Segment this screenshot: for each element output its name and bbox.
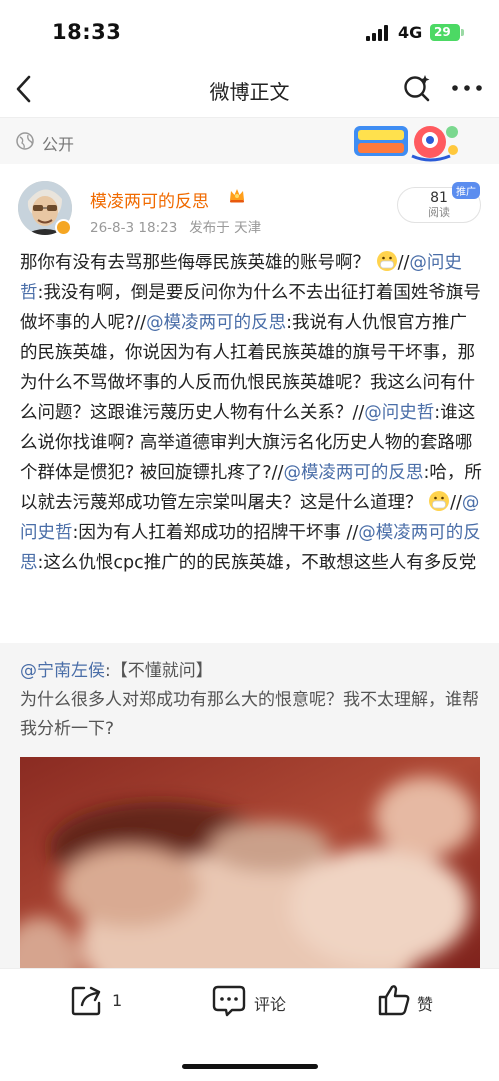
like-label: 赞 [417,995,434,1014]
post-location: 发布于 天津 [189,220,262,236]
repost-tag: :【不懂就问】 [105,661,213,681]
share-button[interactable]: 1 [70,983,130,1019]
search-sparkle-icon[interactable] [402,73,432,103]
mention-link[interactable]: @模凌两可的反思 [283,463,423,483]
comment-label: 评论 [254,995,287,1014]
repost-card[interactable]: @宁南左侯:【不懂就问】为什么很多人对郑成功有那么大的恨意呢？我不太理解，谁帮我… [0,643,499,968]
nav-bar: 微博正文 [0,62,499,116]
battery-tip [461,29,464,36]
promote-badge[interactable]: 推广 [452,182,480,199]
mention-link[interactable]: @问史哲 [364,403,434,423]
mask-emoji-icon [376,250,398,272]
battery-level: 29 [434,25,451,39]
author-name[interactable]: 模凌两可的反思 [90,187,209,212]
post-body: 那你有没有去骂那些侮辱民族英雄的账号啊？ //@问史哲:我没有啊，倒是要反问你为… [20,248,482,578]
share-count: 1 [112,991,123,1010]
read-label: 阅读 [428,206,450,219]
post-text: :这么仇恨cpc推广的的民族英雄，不敢想这些人有多反党 [37,553,477,573]
repost-question: 为什么很多人对郑成功有那么大的恨意呢？我不太理解，谁帮我分析一下? [20,690,479,739]
visibility-label: 公开 [42,135,75,154]
mask-emoji-icon [428,490,450,512]
repost-image[interactable] [20,757,480,968]
verified-badge-icon [55,219,72,236]
comment-button[interactable]: 评论 [212,983,292,1019]
network-type: 4G [398,23,423,42]
mention-link[interactable]: @模凌两可的反思 [146,313,286,333]
repost-text: @宁南左侯:【不懂就问】为什么很多人对郑成功有那么大的恨意呢？我不太理解，谁帮我… [20,657,482,744]
post-text: // [450,493,462,513]
signal-icon [366,25,392,41]
status-bar: 18:33 4G 29 [0,0,499,62]
post-text: :因为有人扛着郑成功的招牌干坏事 // [72,523,359,543]
thumbs-up-icon [378,985,410,1016]
post-text: // [397,253,410,273]
festival-banner-icon[interactable] [352,120,464,164]
like-button[interactable]: 赞 [377,983,447,1019]
post-date: 26-8-3 18:23 [90,220,178,236]
share-icon [71,986,101,1016]
crown-icon [228,186,246,204]
repost-mention[interactable]: @宁南左侯 [20,661,105,681]
visibility-row: 公开 [0,117,499,164]
post-meta: 26-8-3 18:23 发布于 天津 [90,216,261,236]
post-text: 那你有没有去骂那些侮辱民族英雄的账号啊？ [20,253,376,273]
globe-icon [16,132,34,150]
more-dots-icon[interactable] [450,75,484,101]
status-time: 18:33 [52,20,122,44]
battery-icon: 29 [430,24,460,41]
comment-icon [212,985,246,1017]
home-indicator[interactable] [182,1064,318,1069]
